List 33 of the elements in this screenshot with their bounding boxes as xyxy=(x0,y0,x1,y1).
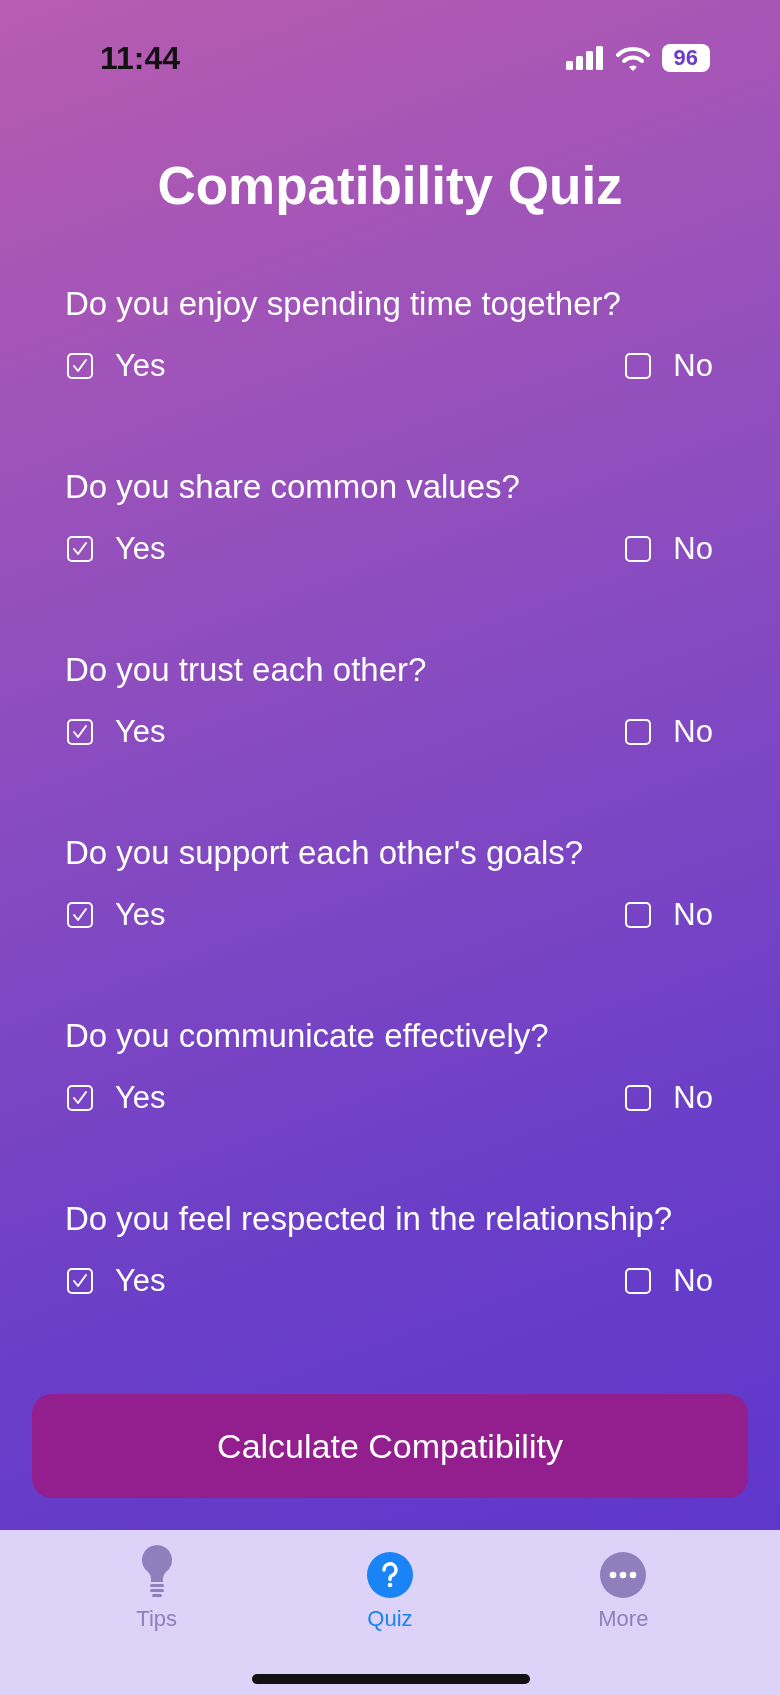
answer-checkbox[interactable]: No xyxy=(625,895,713,935)
answer-checkbox[interactable]: No xyxy=(625,346,713,386)
question-text: Do you enjoy spending time together? xyxy=(65,284,622,324)
more-icon xyxy=(600,1552,647,1598)
checkmark-icon xyxy=(72,1090,88,1106)
checkmark-icon xyxy=(72,1273,88,1289)
question-text: Do you support each other's goals? xyxy=(65,833,585,873)
answer-checkbox[interactable]: Yes xyxy=(67,895,166,935)
battery-level: 96 xyxy=(661,44,710,72)
signal-icon xyxy=(565,46,604,70)
wifi-icon xyxy=(615,45,650,71)
answer-checkbox[interactable]: Yes xyxy=(67,1078,166,1118)
answer-checkbox[interactable]: No xyxy=(625,529,713,569)
checkmark-icon xyxy=(72,541,88,557)
checkmark-icon xyxy=(72,358,88,374)
checkmark-icon xyxy=(72,907,88,923)
answer-checkbox[interactable]: Yes xyxy=(67,529,166,569)
answer-checkbox[interactable]: No xyxy=(625,712,713,752)
answer-checkbox[interactable]: Yes xyxy=(67,712,166,752)
answer-checkbox[interactable]: No xyxy=(625,1078,713,1118)
checkmark-icon xyxy=(72,724,88,740)
question-text: Do you feel respected in the relationship? xyxy=(65,1199,674,1239)
question-text: Do you communicate effectively? xyxy=(65,1016,550,1056)
status-time: 11:44 xyxy=(100,39,181,77)
page-title: Compatibility Quiz xyxy=(156,155,624,216)
calculate-button[interactable]: Calculate Compatibility xyxy=(32,1394,748,1498)
question-text: Do you trust each other? xyxy=(65,650,428,690)
answer-checkbox[interactable]: Yes xyxy=(67,1261,166,1301)
answer-checkbox[interactable]: Yes xyxy=(67,346,166,386)
lightbulb-icon xyxy=(140,1544,173,1598)
help-icon xyxy=(367,1552,413,1598)
question-text: Do you share common values? xyxy=(65,467,521,507)
answer-checkbox[interactable]: No xyxy=(625,1261,713,1301)
